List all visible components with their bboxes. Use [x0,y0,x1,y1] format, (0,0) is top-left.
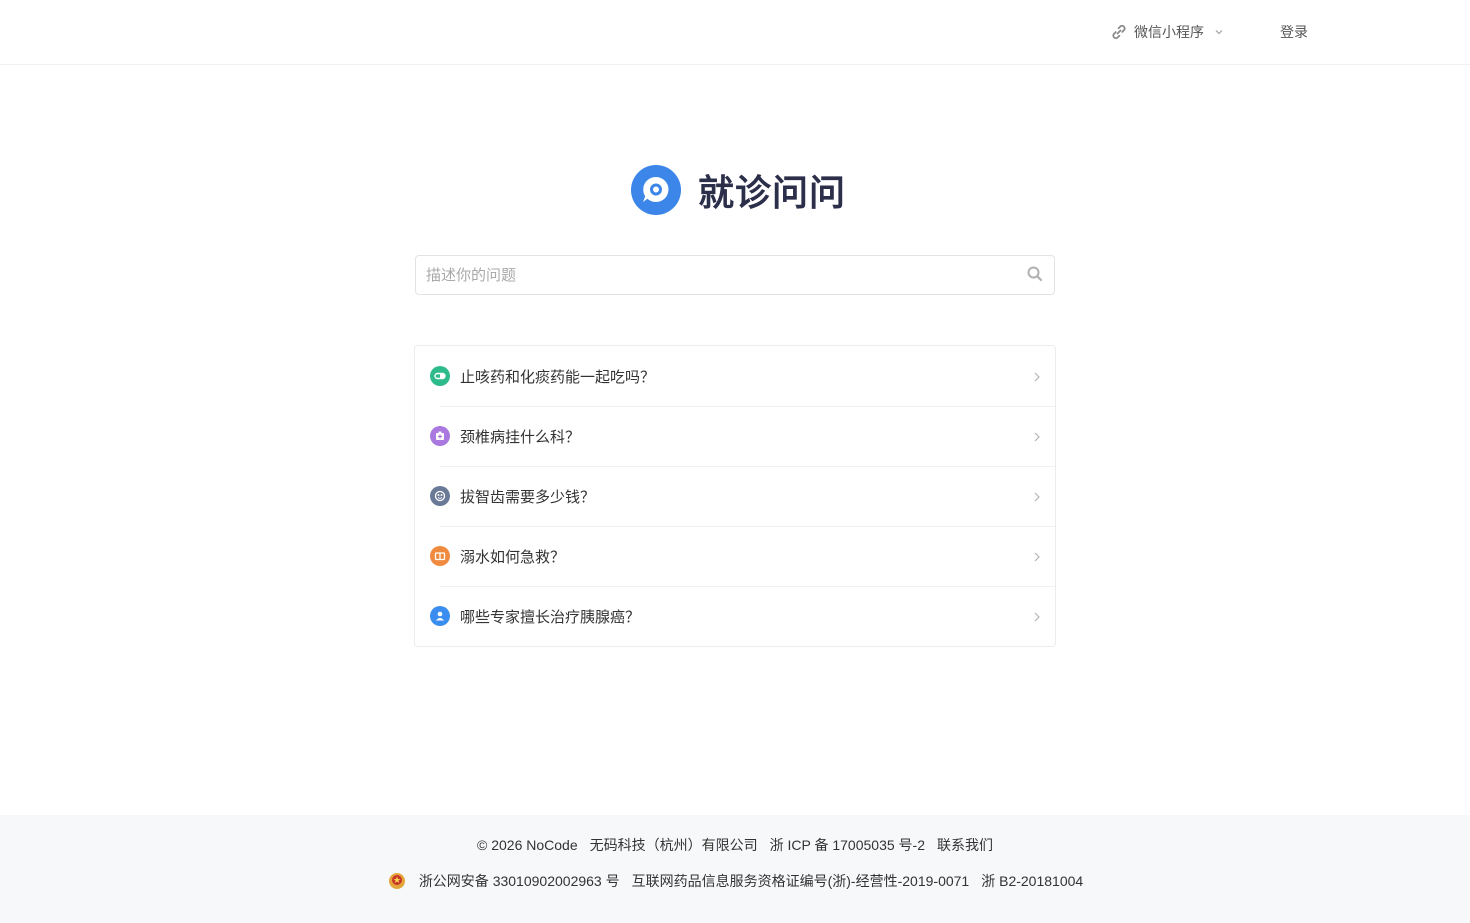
drug-license-link[interactable]: 互联网药品信息服务资格证编号(浙)-经营性-2019-0071 [632,871,970,891]
police-record-link[interactable]: 浙公网安备 33010902002963 号 [419,871,620,891]
footer-row-1: © 2026 NoCode 无码科技（杭州）有限公司 浙 ICP 备 17005… [0,835,1470,855]
question-item[interactable]: 止咳药和化痰药能一起吃吗？ [415,346,1055,406]
question-text: 颈椎病挂什么科？ [460,428,581,446]
question-item[interactable]: 颈椎病挂什么科？ [415,406,1055,466]
chevron-down-icon [1214,27,1224,37]
question-text: 溺水如何急救？ [460,548,566,566]
pill-icon [430,366,450,386]
chat-bubble-logo-icon [630,164,682,216]
police-badge-icon [387,871,407,891]
tooth-icon [430,486,450,506]
question-text: 哪些专家擅长治疗胰腺癌？ [460,608,641,626]
b2-license-link[interactable]: 浙 B2-20181004 [981,871,1083,891]
question-item[interactable]: 溺水如何急救？ [415,526,1055,586]
search-box [415,255,1055,295]
first-aid-icon [430,546,450,566]
page-footer: © 2026 NoCode 无码科技（杭州）有限公司 浙 ICP 备 17005… [0,815,1470,923]
suggested-questions-list: 止咳药和化痰药能一起吃吗？ 颈椎病挂什么科？ 拔智齿需要多少钱？ 溺水如何急救？… [414,345,1056,647]
mini-program-label: 微信小程序 [1134,24,1204,40]
search-input[interactable] [416,256,1016,294]
chevron-right-icon [1033,490,1041,502]
top-nav-bar: 微信小程序 登录 [0,0,1470,65]
question-text: 止咳药和化痰药能一起吃吗？ [460,368,656,386]
page-title: 就诊问问 [698,173,847,214]
mini-program-dropdown[interactable]: 微信小程序 [1110,22,1224,42]
contact-us-link[interactable]: 联系我们 [937,835,993,855]
chevron-right-icon [1033,550,1041,562]
link-icon [1110,23,1128,41]
question-item[interactable]: 哪些专家擅长治疗胰腺癌？ [415,586,1055,646]
hospital-icon [430,426,450,446]
question-text: 拔智齿需要多少钱？ [460,488,596,506]
search-icon[interactable] [1026,265,1044,283]
brand-header: 就诊问问 [630,163,846,217]
chevron-right-icon [1033,610,1041,622]
chevron-right-icon [1033,430,1041,442]
chevron-right-icon [1033,370,1041,382]
footer-row-2: 浙公网安备 33010902002963 号 互联网药品信息服务资格证编号(浙)… [0,871,1470,891]
doctor-icon [430,606,450,626]
icp-link[interactable]: 浙 ICP 备 17005035 号-2 [770,835,925,855]
company-name: 无码科技（杭州）有限公司 [589,837,758,853]
question-item[interactable]: 拔智齿需要多少钱？ [415,466,1055,526]
copyright-text: © 2026 NoCode [477,837,578,853]
login-link[interactable]: 登录 [1280,22,1308,42]
